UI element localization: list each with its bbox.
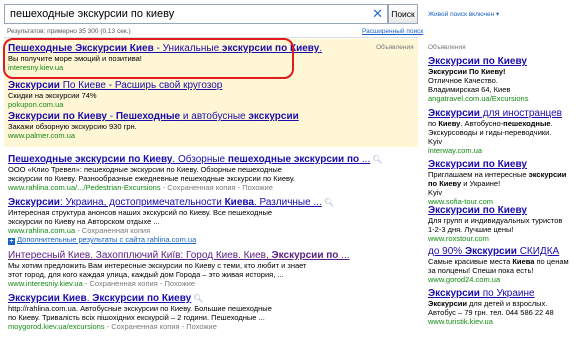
right-ad-url[interactable]: www.gorod24.com.ua (428, 275, 569, 284)
right-ad-line: Автобус – 79 грн. тел. 044 586 22 48 (428, 308, 554, 317)
result-snippet-line: http://rahlina.com.ua. Автобусные экскур… (8, 304, 272, 313)
right-ad-line: Приглашаем на интересные экскурсии (428, 170, 567, 179)
result-url[interactable]: www.rahlina.com.ua/.../Pedestrian-Excurs… (8, 183, 161, 192)
result-snippet-line: ООО «Клио Тревел»: пешеходные экскурсии … (8, 165, 282, 174)
search-box[interactable]: ✕ (4, 4, 388, 24)
magnifier-icon[interactable]: 🔍︎ (324, 198, 334, 207)
cache-link[interactable]: Сохраненная копия (82, 226, 150, 235)
right-ad: Экскурсии по Киеву Экскурсии По Киеву! О… (428, 56, 528, 103)
right-ad: Экскурсии для иностранцев по Киеву. Авто… (428, 108, 562, 155)
plus-icon[interactable]: + (8, 238, 15, 245)
ad-result: Экскурсии по Киеву - Пешеходные и автобу… (8, 111, 299, 140)
right-ad-title[interactable]: до 90% Экскурсии СКИДКА (428, 246, 559, 257)
magnifier-icon[interactable]: 🔍︎ (372, 155, 382, 164)
result-title-link[interactable]: Экскурсии Киев. Экскурсии по Киеву (8, 293, 191, 304)
ad-title-link[interactable]: Экскурсии по Киеву - Пешеходные и автобу… (8, 111, 299, 122)
right-ad-title[interactable]: Экскурсии по Киеву (428, 205, 527, 216)
result-snippet-line: Интересная структура анонсов наших экску… (8, 208, 273, 217)
right-ad: Экскурсии по Украине Экскурсии для детей… (428, 288, 554, 326)
highlight-ring (3, 38, 294, 79)
right-ad-line: по Киеву и Украине! (428, 179, 501, 188)
result-url-row: moygorod.kiev.ua/excursions - Сохраненна… (8, 322, 217, 331)
right-ad-line: Отличное Качество. (428, 76, 498, 85)
ad-title-link[interactable]: Экскурсии По Киеве - Расширь свой кругоз… (8, 80, 222, 91)
right-ad-url[interactable]: interway.com.ua (428, 146, 562, 155)
magnifier-icon[interactable]: 🔍︎ (193, 294, 203, 303)
similar-link[interactable]: Похожие (164, 279, 195, 288)
result-snippet-line: этот город, для кого каждая улица, кажды… (8, 270, 284, 279)
right-ad-line: Экскурсии По Киеву! (428, 67, 506, 76)
right-ad-title[interactable]: Экскурсии для иностранцев (428, 108, 562, 119)
result-snippet-line: Мы хотим предложить Вам интересные экску… (8, 261, 307, 270)
right-ad-line: Kyiv (428, 188, 443, 197)
right-ad-url[interactable]: www.turistik.kiev.ua (428, 317, 554, 326)
live-search-toggle[interactable]: Живой поиск включен ▾ (428, 10, 499, 18)
right-ad-line: Владимирская 64, Киев (428, 85, 511, 94)
search-result: Экскурсии: Украина, достопримечательност… (8, 197, 334, 245)
advanced-search-link[interactable]: Расширенный поиск (362, 28, 423, 35)
right-ad-url[interactable]: www.roxstour.com (428, 234, 562, 243)
right-ad-url[interactable]: angatravel.com.ua/Excursions (428, 94, 528, 103)
right-ad-line: по Киеву. Автобусно-пешеходные. (428, 119, 553, 128)
result-url-row: www.interesniy.kiev.ua - Сохраненная коп… (8, 279, 196, 288)
similar-link[interactable]: Похожие (186, 322, 217, 331)
cache-link[interactable]: Сохраненная копия (89, 279, 157, 288)
ad-url[interactable]: www.palmer.com.ua (8, 131, 299, 140)
ads-label: Объявления (376, 44, 414, 51)
more-results-row[interactable]: + Дополнительные результаты с сайта rahli… (8, 235, 334, 245)
clear-icon[interactable]: ✕ (372, 7, 383, 21)
result-snippet-line: по Киеву. Тривалість всіх пішохідних екс… (8, 313, 265, 322)
right-ad-line: Kyiv (428, 137, 443, 146)
right-ad-line: Для групп и индивидуальных туристов (428, 216, 563, 225)
result-url-row: www.rahlina.com.ua - Сохраненная копия (8, 226, 151, 235)
ad-result: Экскурсии По Киеве - Расширь свой кругоз… (8, 80, 222, 109)
result-title-link[interactable]: Экскурсии: Украина, достопримечательност… (8, 197, 322, 208)
search-input[interactable] (10, 8, 350, 20)
search-button[interactable]: Поиск (388, 4, 418, 24)
right-ad-line: за полцены! Спеши пока есть! (428, 266, 534, 275)
result-snippet-line: экскурсии по Киеву. Разнообразные ежедне… (8, 174, 295, 183)
result-title-link[interactable]: Интересный Киев. Захопплючий Київ: Город… (8, 250, 350, 261)
search-result: Пешеходные экскурсии по Киеву. Обзорные … (8, 154, 383, 192)
right-ad: Экскурсии по Киеву Для групп и индивидуа… (428, 205, 562, 243)
right-ad-title[interactable]: Экскурсии по Киеву (428, 159, 527, 170)
result-url[interactable]: www.rahlina.com.ua (8, 226, 75, 235)
right-ad: до 90% Экскурсии СКИДКА Самые красивые м… (428, 246, 569, 284)
right-ad-line: 1-2-3 дня. Лучшие цены! (428, 225, 514, 234)
right-ad-title[interactable]: Экскурсии по Киеву (428, 56, 527, 67)
result-url-row: www.rahlina.com.ua/.../Pedestrian-Excurs… (8, 183, 273, 192)
right-ad-line: Самые красивые места Киева по ценам (428, 257, 569, 266)
search-result: Интересный Киев. Захопплючий Київ: Город… (8, 250, 350, 288)
right-ad-title[interactable]: Экскурсии по Украине (428, 288, 535, 299)
ad-description: Закажи обзорную экскурсию 930 грн. (8, 122, 137, 131)
right-ad: Экскурсии по Киеву Приглашаем на интерес… (428, 159, 566, 206)
similar-link[interactable]: Похожие (242, 183, 273, 192)
cache-link[interactable]: Сохраненная копия (111, 322, 179, 331)
result-snippet-line: экскурсии по Киеву на Авторском отдыхе .… (8, 217, 160, 226)
result-url[interactable]: www.interesniy.kiev.ua (8, 279, 83, 288)
right-ads-label: Объявления (428, 44, 466, 51)
more-results-link[interactable]: Дополнительные результаты с сайта rahlin… (17, 235, 196, 244)
result-url[interactable]: moygorod.kiev.ua/excursions (8, 322, 105, 331)
results-count: Результатов: примерно 35 300 (0,13 сек.) (7, 28, 131, 35)
right-ad-line: Экскурсоводы и гиды-переводчики. (428, 128, 552, 137)
search-result: Экскурсии Киев. Экскурсии по Киеву 🔍︎ ht… (8, 293, 272, 331)
ad-url[interactable]: pokupon.com.ua (8, 100, 222, 109)
right-ad-line: Экскурсии для детей и взрослых. (428, 299, 548, 308)
result-title-link[interactable]: Пешеходные экскурсии по Киеву. Обзорные … (8, 154, 370, 165)
cache-link[interactable]: Сохраненная копия (167, 183, 235, 192)
ad-description: Скидки на экскурсии 74% (8, 91, 97, 100)
